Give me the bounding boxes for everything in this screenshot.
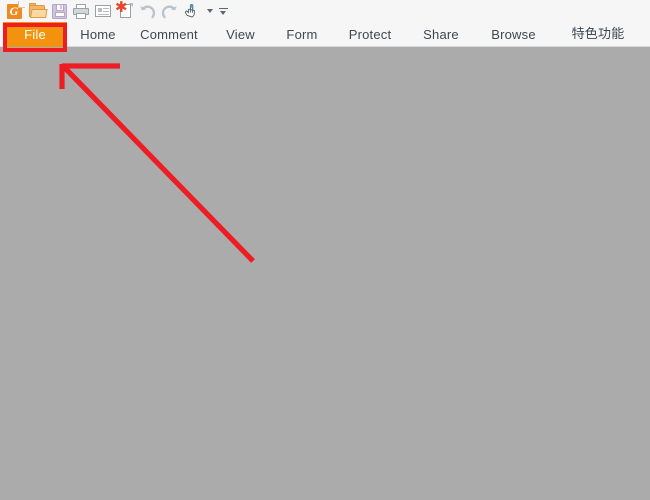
open-file-icon[interactable] <box>26 1 48 21</box>
email-icon[interactable] <box>92 1 114 21</box>
tab-share[interactable]: Share <box>407 22 475 47</box>
tab-browse[interactable]: Browse <box>475 22 552 47</box>
envelope-line-2 <box>103 11 109 12</box>
envelope-line-1 <box>103 8 109 9</box>
app-logo-glyph: G <box>6 0 25 19</box>
floppy-shutter <box>55 4 64 11</box>
tab-special-features[interactable]: 特色功能 <box>552 22 644 47</box>
hand-glyph <box>183 3 200 19</box>
app-logo-icon[interactable]: G <box>2 0 26 21</box>
redo-arc-glyph <box>161 4 178 19</box>
customize-toolbar-button[interactable] <box>216 1 230 21</box>
folder-open-glyph <box>28 3 48 18</box>
redo-icon[interactable] <box>158 1 180 21</box>
tab-view[interactable]: View <box>210 22 271 47</box>
tab-file[interactable]: File <box>3 22 67 47</box>
save-file-icon[interactable] <box>48 1 70 21</box>
app-logo-corner <box>17 0 25 8</box>
ribbon-tab-bar: File Home Comment View Form Protect Shar… <box>0 22 650 47</box>
double-chevron-down-icon <box>218 7 228 16</box>
folder-front <box>29 9 48 18</box>
floppy-disk-glyph <box>51 3 67 19</box>
application-window: G ✱ File Home Comment View Form Protect … <box>0 0 650 500</box>
new-document-asterisk: ✱ <box>115 0 128 16</box>
chevron-down-icon <box>206 9 213 13</box>
undo-icon[interactable] <box>136 1 158 21</box>
envelope-glyph <box>95 5 111 17</box>
envelope-line-3 <box>98 14 109 15</box>
tab-comment[interactable]: Comment <box>128 22 210 47</box>
tab-protect[interactable]: Protect <box>333 22 407 47</box>
envelope-block <box>98 8 102 12</box>
printer-glyph <box>73 3 89 19</box>
hand-tool-dropdown[interactable] <box>202 1 216 21</box>
document-viewport[interactable] <box>0 47 650 500</box>
quick-access-toolbar: G ✱ <box>0 0 650 22</box>
create-pdf-icon[interactable]: ✱ <box>114 0 136 21</box>
undo-arc-glyph <box>139 4 156 19</box>
hand-tool-icon[interactable] <box>180 1 202 21</box>
new-document-fold <box>129 3 133 7</box>
tab-home[interactable]: Home <box>68 22 128 47</box>
new-document-star-glyph: ✱ <box>115 0 133 19</box>
print-icon[interactable] <box>70 1 92 21</box>
floppy-label <box>54 11 65 17</box>
tab-form[interactable]: Form <box>271 22 333 47</box>
printer-output <box>76 12 86 19</box>
